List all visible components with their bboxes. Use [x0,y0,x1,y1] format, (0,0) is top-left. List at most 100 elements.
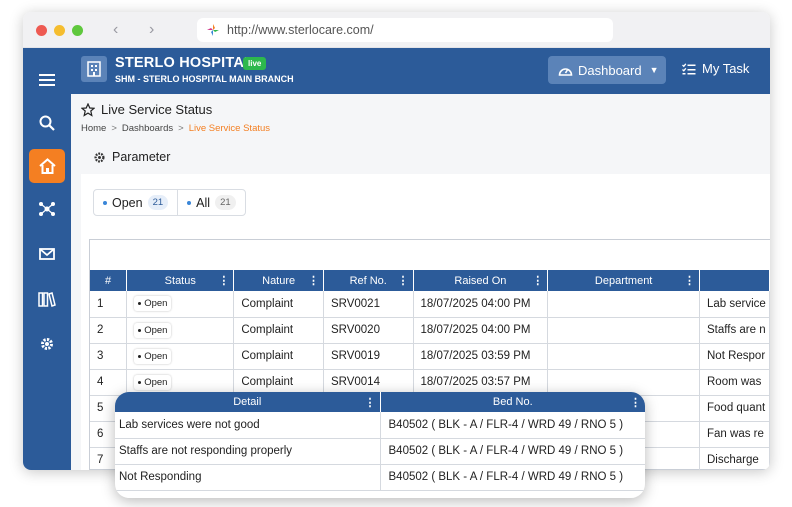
breadcrumb-dashboards[interactable]: Dashboards [122,123,173,134]
table-row[interactable]: 2 Open Complaint SRV0020 18/07/2025 04:00 PM… [90,317,770,344]
tab-all[interactable]: All 21 [177,190,244,215]
menu-button[interactable] [29,63,65,97]
column-menu-icon[interactable]: ⋮ [218,274,229,287]
gear-icon [41,338,53,350]
table-row[interactable]: Staffs are not responding properly B40502… [115,438,645,465]
my-task-button[interactable]: My Task [682,61,749,76]
dashboard-dropdown[interactable]: Dashboard ▼ [548,56,666,84]
page-title: Live Service Status [81,102,212,117]
status-badge: Open [134,374,172,390]
row-detail: Lab services were not good [115,412,380,439]
row-detail: Food quant [699,395,770,422]
column-menu-icon[interactable]: ⋮ [630,396,641,409]
hospital-name: STERLO HOSPITAL [115,55,254,71]
caret-down-icon: ▼ [649,65,659,75]
my-task-label: My Task [702,61,750,76]
parameter-toggle[interactable]: Parameter [93,150,170,164]
tab-open[interactable]: Open 21 [94,190,177,215]
forward-arrow-icon[interactable]: › [149,21,154,39]
detail-popup: Detail ⋮ Bed No. ⋮ Lab services were not g… [115,392,645,498]
maximize-window-button[interactable] [72,25,83,36]
column-menu-icon[interactable]: ⋮ [684,274,695,287]
branch-name: SHM - STERLO HOSPITAL MAIN BRANCH [115,74,294,84]
row-detail: Lab service [699,291,770,318]
bullet-icon [138,354,142,358]
column-header-detail[interactable]: Detail ⋮ [115,392,380,412]
breadcrumb-home[interactable]: Home [81,123,106,134]
status-badge: Open [134,348,172,364]
bullet-icon [138,380,142,384]
search-icon [39,115,55,131]
table-row[interactable]: Not Responding B40502 ( BLK - A / FLR-4 /… [115,464,645,491]
column-menu-icon[interactable]: ⋮ [365,396,376,409]
row-bed-no: B40502 ( BLK - A / FLR-4 / WRD 49 / RNO … [379,438,645,465]
app-header: STERLO HOSPITAL live SHM - STERLO HOSPIT… [71,48,770,94]
bullet-icon [103,200,107,205]
row-department [547,291,700,318]
status-badge: Open [134,322,172,338]
bullet-icon [187,200,192,205]
row-number: 2 [90,317,128,344]
row-bed-no: B40502 ( BLK - A / FLR-4 / WRD 49 / RNO … [379,412,645,439]
row-number: 1 [90,291,128,318]
column-menu-icon[interactable]: ⋮ [398,274,409,287]
books-icon [38,292,56,307]
row-status: Open [126,343,235,370]
table-header-row: Detail ⋮ Bed No. ⋮ [115,392,645,412]
task-list-icon [682,62,696,74]
bullet-icon [138,328,142,332]
site-logo-icon [207,24,219,36]
column-header-raised-on[interactable]: Raised On ⋮ [413,270,549,291]
row-nature: Complaint [233,343,324,370]
row-ref-no: SRV0021 [323,291,414,318]
home-icon [38,158,56,174]
row-detail: Room was [699,369,770,396]
hospital-icon [81,56,107,82]
address-bar[interactable]: http://www.sterlocare.com/ [197,18,613,42]
sidebar [23,48,71,470]
column-header-detail[interactable] [699,270,770,291]
column-header-status[interactable]: Status ⋮ [126,270,235,291]
table-header-row: # Status ⋮ Nature ⋮ Ref No. ⋮ Raised On ⋮ De… [90,270,770,291]
detail-table: Detail ⋮ Bed No. ⋮ Lab services were not g… [115,392,645,491]
row-number: 3 [90,343,128,370]
column-header-department[interactable]: Department ⋮ [547,270,700,291]
sidebar-item-network[interactable] [29,192,65,226]
column-header-bed-no[interactable]: Bed No. ⋮ [379,392,645,412]
row-raised-on: 18/07/2025 03:59 PM [413,343,549,370]
row-raised-on: 18/07/2025 04:00 PM [413,291,549,318]
table-row[interactable]: 3 Open Complaint SRV0019 18/07/2025 03:59 PM… [90,343,770,370]
gear-icon [94,151,105,163]
url-text: http://www.sterlocare.com/ [227,23,374,37]
bullet-icon [138,302,142,306]
back-arrow-icon[interactable]: ‹ [113,21,118,39]
tab-open-count: 21 [147,195,169,210]
table-row[interactable]: 1 Open Complaint SRV0021 18/07/2025 04:00 PM… [90,291,770,318]
breadcrumb-separator: > [178,123,184,134]
sidebar-item-library[interactable] [29,282,65,316]
column-header-ref-no[interactable]: Ref No. ⋮ [323,270,414,291]
breadcrumb-separator: > [111,123,117,134]
breadcrumb-current: Live Service Status [188,123,271,134]
close-window-button[interactable] [36,25,47,36]
tab-all-count: 21 [215,195,236,210]
sidebar-item-mail[interactable] [29,237,65,271]
row-detail: Staffs are not responding properly [115,438,380,465]
row-department [547,317,700,344]
sidebar-item-home[interactable] [29,149,65,183]
breadcrumb: Home > Dashboards > Live Service Status [81,123,270,134]
minimize-window-button[interactable] [54,25,65,36]
page-title-text: Live Service Status [101,102,213,117]
column-menu-icon[interactable]: ⋮ [308,274,319,287]
row-raised-on: 18/07/2025 04:00 PM [413,317,549,344]
column-header-nature[interactable]: Nature ⋮ [233,270,324,291]
table-row[interactable]: Lab services were not good B40502 ( BLK -… [115,412,645,439]
star-icon[interactable] [81,102,95,117]
column-header-number[interactable]: # [90,270,128,291]
network-icon [39,202,55,216]
row-nature: Complaint [233,317,324,344]
hamburger-icon [39,74,55,86]
sidebar-item-search[interactable] [29,106,65,140]
column-menu-icon[interactable]: ⋮ [532,274,543,287]
sidebar-item-settings[interactable] [29,327,65,361]
